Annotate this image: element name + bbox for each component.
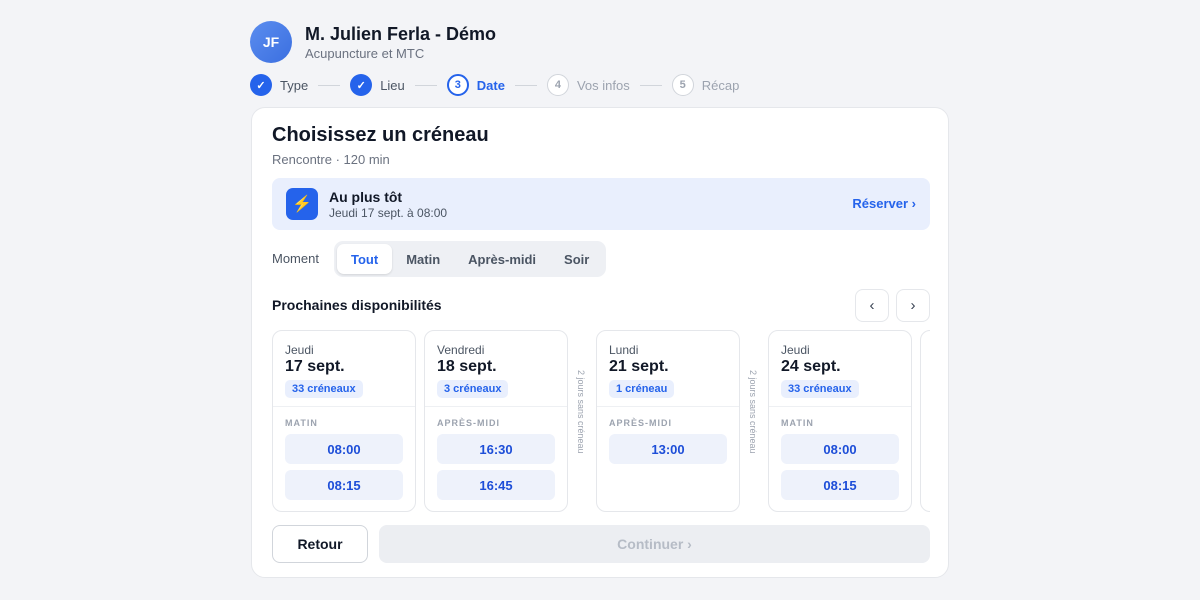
step-connector [514, 84, 537, 86]
step-connector [639, 84, 662, 86]
day-card: Vendredi 18 sept. 3 créneaux APRÈS-MIDI … [424, 330, 568, 512]
check-icon: ✓ [350, 74, 373, 96]
back-button[interactable]: Retour [272, 525, 368, 563]
day-weekday: Jeudi [285, 343, 314, 357]
slot-count-badge: 1 créneau [609, 380, 675, 398]
next-days-button[interactable]: › [896, 289, 930, 322]
day-date: 17 sept. [285, 358, 345, 375]
day-date: 18 sept. [437, 358, 497, 375]
step-label: Type [280, 77, 309, 93]
filter-matin[interactable]: Matin [392, 244, 454, 274]
moment-filter: Tout Matin Après-midi Soir [334, 241, 607, 277]
practitioner-name: M. Julien Ferla - Démo [305, 24, 497, 44]
step-label: Vos infos [576, 77, 630, 93]
practitioner-info: M. Julien Ferla - Démo Acupuncture et MT… [305, 22, 496, 62]
earliest-date: Jeudi 17 sept. à 08:00 [329, 206, 448, 220]
prev-days-button[interactable]: ‹ [855, 289, 889, 322]
slot-count-badge: 33 créneaux [285, 380, 363, 398]
day-card: Lundi 21 sept. 1 créneau APRÈS-MIDI 13:0… [596, 330, 740, 512]
filter-tout[interactable]: Tout [337, 244, 393, 274]
reserve-earliest-button[interactable]: Réserver › [852, 196, 916, 211]
day-card: Jeudi 17 sept. 33 créneaux MATIN 08:00 0… [272, 330, 416, 512]
slot-count-badge: 33 créneaux [781, 380, 859, 398]
time-slot[interactable]: 16:45 [437, 470, 555, 500]
step-number: 3 [446, 74, 469, 96]
day-section-label: APRÈS-MIDI [609, 418, 673, 428]
day-weekday: Vendredi [437, 343, 485, 357]
divider [597, 406, 739, 407]
day-section-label: MATIN [781, 418, 814, 428]
avatar: JF [250, 21, 292, 63]
divider [273, 406, 415, 407]
step-lieu[interactable]: ✓ Lieu [350, 74, 405, 96]
booking-card: Choisissez un créneau Rencontre · 120 mi… [251, 107, 949, 578]
step-label: Date [476, 77, 505, 93]
filter-apres-midi[interactable]: Après-midi [454, 244, 550, 274]
step-number: 4 [546, 74, 569, 96]
day-card-partial [920, 330, 930, 512]
lightning-icon: ⚡ [286, 188, 318, 220]
time-slot[interactable]: 08:15 [781, 470, 899, 500]
step-recap: 5 Récap [671, 74, 740, 96]
day-weekday: Jeudi [781, 343, 810, 357]
earliest-slot-banner: ⚡ Au plus tôt Jeudi 17 sept. à 08:00 Rés… [272, 178, 930, 230]
time-slot[interactable]: 16:30 [437, 434, 555, 464]
check-icon: ✓ [250, 74, 272, 96]
moment-label: Moment [272, 251, 319, 266]
time-slot[interactable]: 08:00 [781, 434, 899, 464]
practitioner-specialty: Acupuncture et MTC [305, 46, 425, 61]
time-slot[interactable]: 08:15 [285, 470, 403, 500]
step-connector [414, 84, 437, 86]
continue-button[interactable]: Continuer › [379, 525, 930, 563]
slot-count-badge: 3 créneaux [437, 380, 509, 398]
day-weekday: Lundi [609, 343, 639, 357]
availability-title: Prochaines disponibilités [272, 297, 442, 313]
filter-soir[interactable]: Soir [550, 244, 603, 274]
step-type[interactable]: ✓ Type [250, 74, 308, 96]
time-slot[interactable]: 08:00 [285, 434, 403, 464]
divider [425, 406, 567, 407]
gap-indicator: 2 jours sans créneau [748, 370, 758, 454]
earliest-title: Au plus tôt [329, 189, 403, 205]
step-label: Récap [701, 77, 740, 93]
divider [769, 406, 911, 407]
day-section-label: APRÈS-MIDI [437, 418, 501, 428]
step-vos-infos: 4 Vos infos [546, 74, 630, 96]
step-label: Lieu [380, 77, 405, 93]
time-slot[interactable]: 13:00 [609, 434, 727, 464]
day-section-label: MATIN [285, 418, 318, 428]
day-date: 21 sept. [609, 358, 669, 375]
header: JF M. Julien Ferla - Démo Acupuncture et… [250, 21, 496, 63]
day-date: 24 sept. [781, 358, 841, 375]
step-connector [318, 84, 341, 86]
gap-indicator: 2 jours sans créneau [576, 370, 586, 454]
day-card: Jeudi 24 sept. 33 créneaux MATIN 08:00 0… [768, 330, 912, 512]
step-number: 5 [671, 74, 694, 96]
days-carousel[interactable]: Jeudi 17 sept. 33 créneaux MATIN 08:00 0… [272, 330, 930, 512]
stepper: ✓ Type ✓ Lieu 3 Date 4 Vos infos 5 Récap [250, 74, 739, 96]
appointment-summary: Rencontre · 120 min [272, 152, 390, 167]
step-date: 3 Date [446, 74, 505, 96]
page-title: Choisissez un créneau [272, 124, 489, 146]
